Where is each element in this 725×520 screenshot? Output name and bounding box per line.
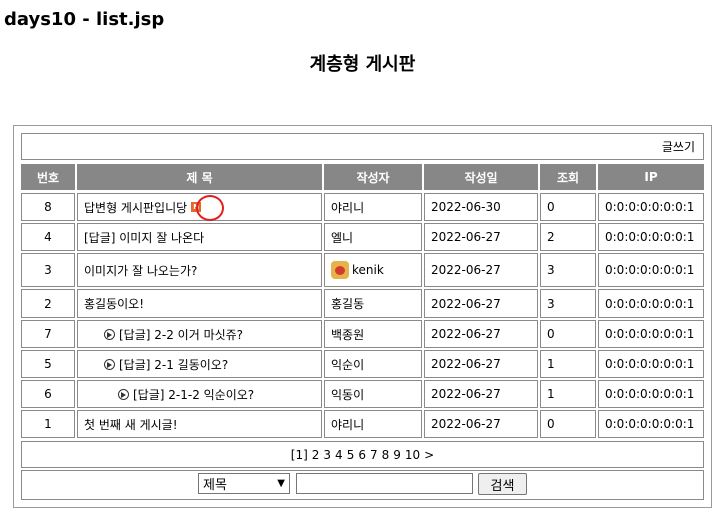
pagination: [1] 2 3 4 5 6 7 8 9 10 > (21, 441, 704, 468)
write-link[interactable]: 글쓰기 (662, 134, 695, 159)
header-col-views: 조회 (540, 164, 596, 190)
board-title: 계층형 게시판 (309, 54, 416, 75)
table-row-cell-date: 2022-06-27 (424, 350, 538, 378)
reply-arrow-icon (104, 328, 115, 340)
reply-arrow-icon (118, 388, 129, 400)
table-row-cell-no: 4 (21, 223, 75, 251)
table-row-cell-writer: 백종원 (324, 320, 422, 348)
table-row-cell-ip: 0:0:0:0:0:0:0:1 (598, 410, 704, 438)
writer-name: kenik (352, 263, 384, 277)
header-col-ip: IP (598, 164, 704, 190)
table-row-cell-writer: kenik (324, 253, 422, 287)
table-row-cell-title[interactable]: [답글] 2-2 이거 마싯쥬? (77, 320, 322, 348)
page-next-link[interactable]: > (424, 448, 434, 462)
page-link[interactable]: 2 (312, 448, 320, 462)
reply-arrow-icon (104, 358, 115, 370)
header-col-number: 번호 (21, 164, 75, 190)
table-row-cell-ip: 0:0:0:0:0:0:0:1 (598, 380, 704, 408)
table-row-cell-views: 1 (540, 350, 596, 378)
table-row-cell-title[interactable]: 첫 번째 새 게시글! (77, 410, 322, 438)
page-link[interactable]: 5 (347, 448, 355, 462)
table-row-cell-writer: 야리니 (324, 410, 422, 438)
table-row-cell-title[interactable]: 홍길동이오! (77, 289, 322, 318)
page-link[interactable]: 4 (335, 448, 343, 462)
table-row-cell-views: 2 (540, 223, 596, 251)
table-row-cell-views: 1 (540, 380, 596, 408)
page-link[interactable]: 7 (370, 448, 378, 462)
table-row-cell-no: 3 (21, 253, 75, 287)
table-row-cell-ip: 0:0:0:0:0:0:0:1 (598, 253, 704, 287)
table-row-cell-views: 0 (540, 193, 596, 221)
page-link[interactable]: 3 (323, 448, 331, 462)
table-row-cell-ip: 0:0:0:0:0:0:0:1 (598, 320, 704, 348)
search-input[interactable] (296, 473, 473, 494)
table-row-cell-views: 3 (540, 289, 596, 318)
search-field-select[interactable]: 제목 ▼ (198, 473, 290, 494)
page-header: days10 - list.jsp (4, 9, 165, 30)
table-row-cell-no: 2 (21, 289, 75, 318)
page-link[interactable]: 8 (382, 448, 390, 462)
post-title-link[interactable]: [답글] 2-1 길동이오? (119, 356, 228, 373)
table-row-cell-title[interactable]: [답글] 이미지 잘 나온다 (77, 223, 322, 251)
table-row-cell-date: 2022-06-27 (424, 380, 538, 408)
page-link[interactable]: 6 (358, 448, 366, 462)
table-row-cell-date: 2022-06-27 (424, 289, 538, 318)
table-row-cell-writer: 야리니 (324, 193, 422, 221)
search-field-value: 제목 (203, 478, 227, 493)
chevron-down-icon: ▼ (277, 478, 285, 489)
table-row-cell-no: 7 (21, 320, 75, 348)
page-current[interactable]: [1] (291, 448, 308, 462)
new-badge-icon: N (191, 202, 202, 212)
post-title-link[interactable]: [답글] 이미지 잘 나온다 (84, 229, 204, 246)
post-title-link[interactable]: 첫 번째 새 게시글! (84, 416, 178, 433)
header-col-writer: 작성자 (324, 164, 422, 190)
post-title-link[interactable]: [답글] 2-2 이거 마싯쥬? (119, 326, 243, 343)
write-bar: 글쓰기 (21, 133, 704, 160)
table-row-cell-views: 3 (540, 253, 596, 287)
header-col-date: 작성일 (424, 164, 538, 190)
table-row-cell-title[interactable]: 이미지가 잘 나오는가? (77, 253, 322, 287)
table-row-cell-title[interactable]: 답변형 게시판입니당 N (77, 193, 322, 221)
post-title-link[interactable]: 이미지가 잘 나오는가? (84, 262, 197, 279)
table-row-cell-writer: 홍길동 (324, 289, 422, 318)
post-title-link[interactable]: 홍길동이오! (84, 295, 144, 312)
table-row-cell-views: 0 (540, 410, 596, 438)
table-row-cell-views: 0 (540, 320, 596, 348)
post-title-link[interactable]: [답글] 2-1-2 익순이오? (133, 386, 254, 403)
page-link[interactable]: 9 (393, 448, 401, 462)
pagination-links: [1] 2 3 4 5 6 7 8 9 10 > (289, 448, 436, 462)
table-row-cell-no: 6 (21, 380, 75, 408)
header-col-title: 제 목 (77, 164, 322, 190)
table-row-cell-no: 1 (21, 410, 75, 438)
search-button[interactable]: 검색 (478, 473, 527, 495)
avatar (331, 261, 349, 279)
table-row-cell-no: 5 (21, 350, 75, 378)
table-row-cell-date: 2022-06-27 (424, 320, 538, 348)
table-row-cell-writer: 엘니 (324, 223, 422, 251)
table-row-cell-ip: 0:0:0:0:0:0:0:1 (598, 223, 704, 251)
table-row-cell-no: 8 (21, 193, 75, 221)
page-link[interactable]: 10 (405, 448, 420, 462)
table-row-cell-ip: 0:0:0:0:0:0:0:1 (598, 289, 704, 318)
table-row-cell-ip: 0:0:0:0:0:0:0:1 (598, 193, 704, 221)
table-row-cell-title[interactable]: [답글] 2-1-2 익순이오? (77, 380, 322, 408)
table-row-cell-writer: 익동이 (324, 380, 422, 408)
post-title-link[interactable]: 답변형 게시판입니당 (84, 199, 187, 216)
table-row-cell-writer: 익순이 (324, 350, 422, 378)
table-row-cell-date: 2022-06-27 (424, 253, 538, 287)
table-row-cell-date: 2022-06-30 (424, 193, 538, 221)
table-row-cell-date: 2022-06-27 (424, 410, 538, 438)
table-row-cell-ip: 0:0:0:0:0:0:0:1 (598, 350, 704, 378)
table-row-cell-title[interactable]: [답글] 2-1 길동이오? (77, 350, 322, 378)
table-row-cell-date: 2022-06-27 (424, 223, 538, 251)
